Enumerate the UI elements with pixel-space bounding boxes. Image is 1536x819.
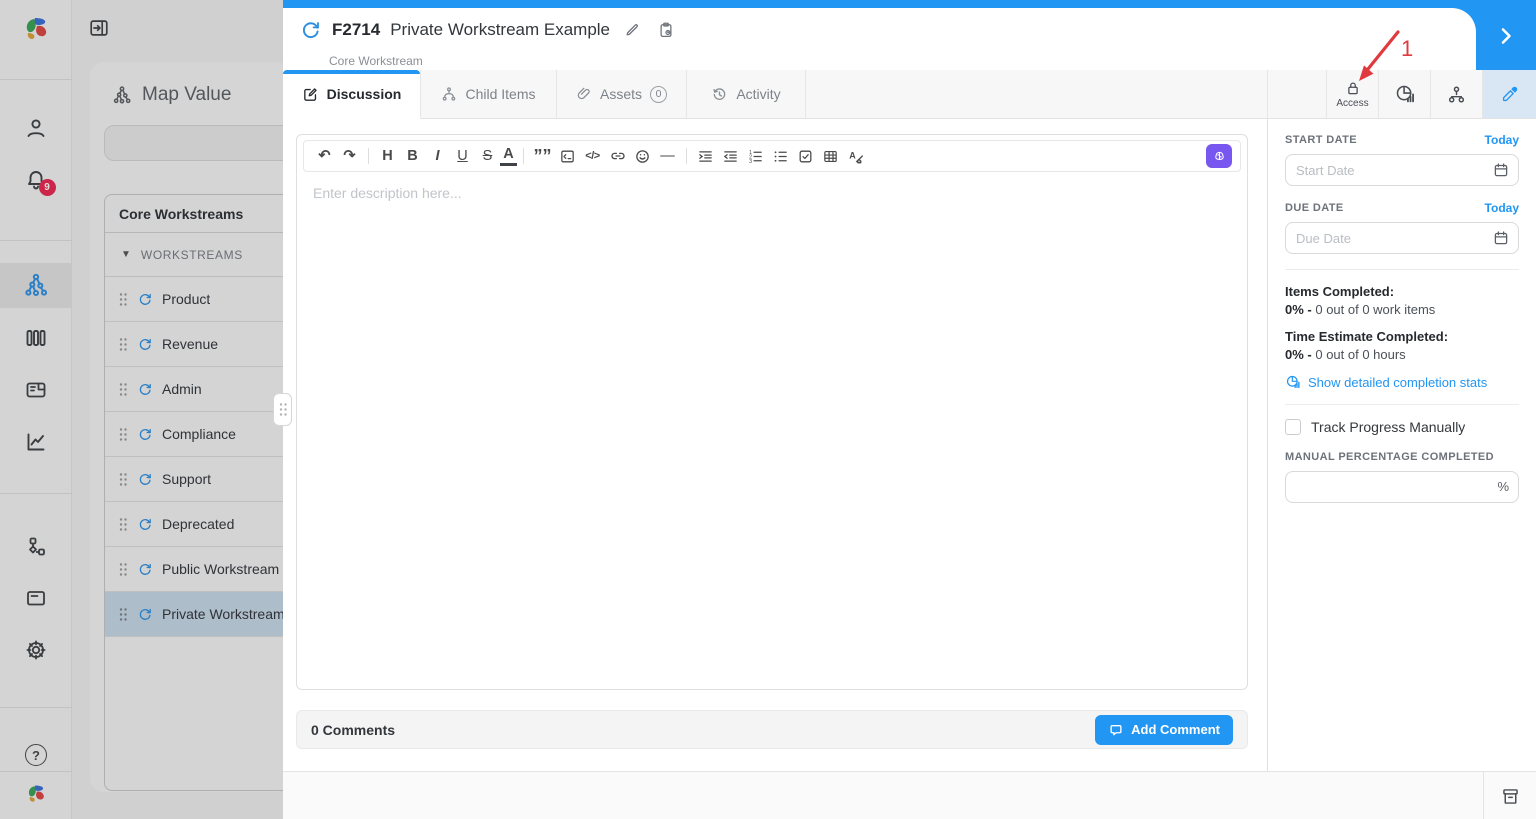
tab-hierarchy[interactable] [1430, 70, 1482, 119]
modal-header: F2714 Private Workstream Example Core Wo… [283, 8, 1476, 70]
track-progress-checkbox[interactable] [1285, 419, 1301, 435]
items-completed-value: 0% - 0 out of 0 work items [1285, 302, 1519, 317]
editor-toolbar: ↶ ↷ H B I U S A ”” </> [303, 140, 1241, 172]
tab-details-eyedropper[interactable] [1482, 70, 1536, 119]
calendar-icon[interactable] [1492, 229, 1510, 247]
horizontal-rule-icon[interactable]: — [655, 144, 680, 168]
item-id: F2714 [332, 20, 380, 40]
due-date-label: DUE DATE [1285, 202, 1344, 214]
activity-history-icon [711, 86, 728, 103]
redo-icon[interactable]: ↷ [337, 144, 362, 168]
tab-access[interactable]: Access [1326, 70, 1378, 119]
bold-icon[interactable]: B [400, 144, 425, 168]
edit-title-pencil-icon[interactable] [624, 21, 641, 38]
ai-assistant-button[interactable] [1206, 144, 1232, 168]
copy-clipboard-icon[interactable] [657, 21, 675, 39]
org-chart-icon [1446, 84, 1467, 105]
percent-suffix: % [1497, 479, 1509, 494]
inline-code-icon[interactable]: </> [580, 144, 605, 168]
bullet-list-icon[interactable] [768, 144, 793, 168]
svg-text:A: A [849, 150, 856, 160]
modal-footer [283, 771, 1536, 819]
start-date-label: START DATE [1285, 134, 1357, 146]
time-completed-label: Time Estimate Completed: [1285, 329, 1519, 344]
discussion-edit-icon [302, 86, 319, 103]
strikethrough-icon[interactable]: S [475, 144, 500, 168]
lock-icon [1344, 79, 1362, 97]
brain-icon [1212, 149, 1227, 164]
tab-activity[interactable]: Activity [687, 70, 806, 119]
page-title: Private Workstream Example [390, 20, 610, 40]
svg-text:3: 3 [749, 159, 752, 165]
archive-box-icon [1500, 786, 1521, 807]
tabs-filler [806, 70, 1267, 119]
breadcrumb: Core Workstream [329, 54, 423, 68]
eyedropper-icon [1500, 85, 1519, 104]
modal-content: ↶ ↷ H B I U S A ”” </> [283, 119, 1536, 771]
undo-icon[interactable]: ↶ [312, 144, 337, 168]
emoji-icon[interactable] [630, 144, 655, 168]
manual-percentage-label: MANUAL PERCENTAGE COMPLETED [1285, 451, 1519, 463]
calendar-icon[interactable] [1492, 161, 1510, 179]
archive-button[interactable] [1483, 772, 1536, 819]
divider [1285, 404, 1519, 405]
collapse-panel-chevron-button[interactable] [1482, 14, 1530, 58]
task-list-icon[interactable] [793, 144, 818, 168]
workstream-cycle-icon [299, 18, 322, 41]
heading-icon[interactable]: H [375, 144, 400, 168]
start-date-today-link[interactable]: Today [1485, 133, 1519, 147]
underline-icon[interactable]: U [450, 144, 475, 168]
italic-icon[interactable]: I [425, 144, 450, 168]
modal-tabs: Discussion Child Items Assets 0 Activity… [283, 70, 1536, 119]
indent-icon[interactable] [693, 144, 718, 168]
start-date-input[interactable] [1285, 154, 1519, 186]
assets-count-badge: 0 [650, 86, 667, 103]
side-tabs-gap [1267, 70, 1326, 119]
app-root: 9 ? [0, 0, 1536, 819]
clear-formatting-icon[interactable]: A [843, 144, 868, 168]
text-color-icon[interactable]: A [500, 147, 517, 166]
pie-chart-stats-icon [1285, 374, 1301, 390]
outdent-icon[interactable] [718, 144, 743, 168]
tab-discussion[interactable]: Discussion [283, 70, 421, 119]
divider [1285, 269, 1519, 270]
comments-bar: 0 Comments Add Comment [296, 710, 1248, 749]
track-progress-row: Track Progress Manually [1285, 419, 1519, 435]
tab-stats[interactable] [1378, 70, 1430, 119]
tab-assets[interactable]: Assets 0 [557, 70, 687, 119]
paperclip-icon [576, 86, 592, 102]
show-completion-stats-link[interactable]: Show detailed completion stats [1285, 374, 1519, 390]
chevron-right-icon [1494, 24, 1518, 48]
time-completed-value: 0% - 0 out of 0 hours [1285, 347, 1519, 362]
table-icon[interactable] [818, 144, 843, 168]
child-items-tree-icon [441, 86, 457, 102]
due-date-input[interactable] [1285, 222, 1519, 254]
add-comment-button[interactable]: Add Comment [1095, 715, 1233, 745]
comment-bubble-icon [1108, 722, 1124, 738]
blockquote-icon[interactable]: ”” [530, 144, 555, 168]
description-placeholder: Enter description here... [313, 185, 462, 201]
manual-percentage-input[interactable] [1285, 471, 1519, 503]
details-panel: START DATE Today DUE DATE Today [1267, 119, 1536, 771]
due-date-today-link[interactable]: Today [1485, 201, 1519, 215]
panel-resize-handle[interactable] [273, 393, 292, 426]
pie-chart-stats-icon [1394, 83, 1416, 105]
ordered-list-icon[interactable]: 123 [743, 144, 768, 168]
modal-backdrop[interactable] [0, 0, 283, 819]
items-completed-label: Items Completed: [1285, 284, 1519, 299]
workstream-detail-modal: F2714 Private Workstream Example Core Wo… [283, 0, 1536, 819]
code-block-icon[interactable] [555, 144, 580, 168]
comments-count: 0 Comments [311, 722, 395, 738]
link-icon[interactable] [605, 144, 630, 168]
tab-child-items[interactable]: Child Items [421, 70, 557, 119]
description-editor[interactable]: ↶ ↷ H B I U S A ”” </> [296, 134, 1248, 690]
